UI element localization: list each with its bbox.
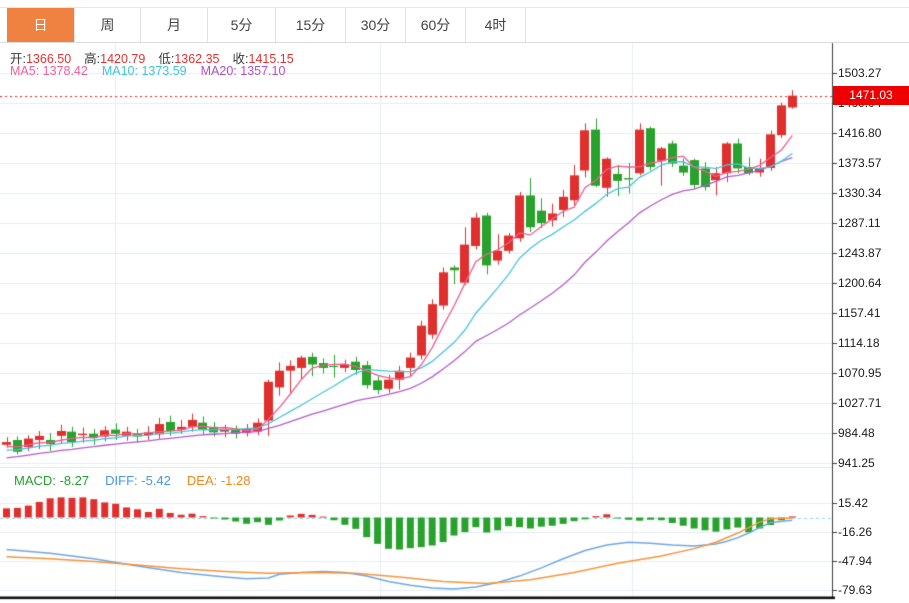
macd-axis-label: -79.63 — [838, 583, 873, 598]
price-axis-label: 1157.41 — [838, 305, 881, 320]
macd-axis-label: -16.26 — [838, 525, 873, 540]
price-axis-label: 1243.87 — [838, 245, 882, 260]
macd-legend-item: MACD: -8.27 — [14, 473, 90, 488]
tab-month[interactable]: 月 — [141, 8, 208, 42]
tab-15min[interactable]: 15分 — [276, 8, 346, 42]
macd-axis-label: 15.42 — [838, 496, 869, 511]
tab-4hour[interactable]: 4时 — [466, 8, 526, 42]
price-axis-label: 984.48 — [838, 425, 875, 440]
price-axis-label: 1027.71 — [838, 395, 882, 410]
price-axis-label: 1373.57 — [838, 156, 882, 171]
price-axis-label: 1503.27 — [838, 66, 882, 81]
current-price-badge: 1471.03 — [833, 86, 909, 105]
price-axis-label: 1070.95 — [838, 365, 882, 380]
price-axis-label: 1200.64 — [838, 275, 882, 290]
ma-legend-item: MA10: 1373.59 — [101, 64, 187, 78]
tab-60min[interactable]: 60分 — [406, 8, 466, 42]
price-axis-label: 1416.80 — [838, 126, 882, 141]
price-axis-label: 1114.18 — [838, 335, 880, 350]
kline-chart-app: 日周月 5分 15分 30分 60分 4时 开:1366.50 高:1420.79 低:136… — [0, 0, 909, 603]
ma-legend: MA5: 1378.42 MA10: 1373.59 MA20: 1357.10 — [10, 64, 299, 78]
macd-legend-item: DEA: -1.28 — [186, 473, 251, 488]
macd-axis-label: -47.94 — [838, 554, 873, 569]
price-axis-label: 1330.34 — [838, 186, 882, 201]
tab-5min[interactable]: 5分 — [208, 8, 276, 42]
ma-legend-item: MA20: 1357.10 — [200, 64, 286, 78]
tab-30min[interactable]: 30分 — [346, 8, 406, 42]
tab-week[interactable]: 周 — [74, 8, 141, 42]
ma-legend-item: MA5: 1378.42 — [10, 64, 88, 78]
candlestick-chart-canvas[interactable] — [0, 0, 909, 603]
macd-legend: MACD: -8.27 DIFF: -5.42 DEA: -1.28 — [14, 473, 266, 488]
price-axis-label: 941.25 — [838, 455, 875, 470]
price-axis-label: 1287.11 — [838, 216, 881, 231]
period-tabbar: 日周月 5分 15分 30分 60分 4时 — [0, 7, 909, 43]
tab-day[interactable]: 日 — [7, 8, 74, 42]
macd-legend-item: DIFF: -5.42 — [105, 473, 171, 488]
